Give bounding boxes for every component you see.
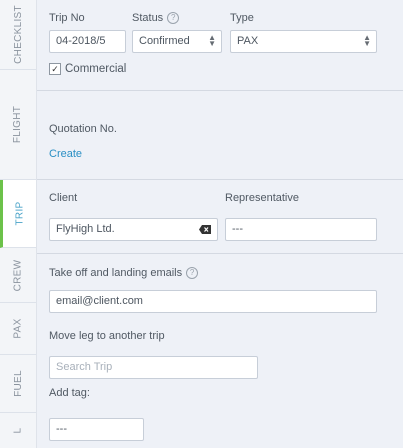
type-select[interactable]: PAX ▲ ▼ bbox=[230, 30, 377, 53]
commercial-checkbox[interactable]: ✓ bbox=[49, 63, 61, 75]
client-field-value: FlyHigh Ltd. bbox=[56, 223, 115, 235]
emails-info-icon[interactable]: ? bbox=[186, 267, 199, 280]
quotation-label: Quotation No. bbox=[49, 123, 117, 135]
tab-trip-label: TRIP bbox=[13, 201, 25, 226]
tab-pax[interactable]: PAX bbox=[0, 303, 36, 355]
status-label: Status bbox=[132, 12, 164, 24]
vertical-tab-rail: CHECKLIST FLIGHT TRIP CREW PAX FUEL L bbox=[0, 0, 37, 448]
representative-field[interactable]: --- bbox=[225, 218, 377, 241]
type-select-arrows-icon: ▲ ▼ bbox=[363, 33, 371, 48]
emails-field[interactable]: email@client.com bbox=[49, 290, 377, 313]
emails-label: Take off and landing emails bbox=[49, 267, 183, 279]
tab-partial-label: L bbox=[12, 427, 24, 434]
tag-field[interactable]: --- bbox=[49, 418, 144, 441]
tab-trip[interactable]: TRIP bbox=[0, 180, 36, 248]
tab-fuel-label: FUEL bbox=[12, 370, 24, 397]
client-label: Client bbox=[49, 192, 78, 204]
commercial-label: Commercial bbox=[65, 63, 127, 75]
search-trip-input[interactable]: Search Trip bbox=[49, 356, 258, 379]
trip-panel: Trip No Status? Type 04-2018/5 Confirmed… bbox=[37, 0, 403, 448]
client-field[interactable]: FlyHigh Ltd. bbox=[49, 218, 218, 241]
tab-crew-label: CREW bbox=[12, 259, 24, 291]
tab-flight[interactable]: FLIGHT bbox=[0, 70, 36, 180]
tab-flight-label: FLIGHT bbox=[12, 105, 24, 144]
move-leg-label: Move leg to another trip bbox=[49, 330, 165, 342]
type-select-value: PAX bbox=[237, 35, 259, 47]
status-select-value: Confirmed bbox=[139, 35, 190, 47]
divider bbox=[37, 179, 403, 180]
status-label-group: Status? bbox=[132, 12, 180, 25]
tab-checklist[interactable]: CHECKLIST bbox=[0, 0, 36, 70]
divider bbox=[37, 90, 403, 91]
create-quotation-link[interactable]: Create bbox=[49, 148, 82, 160]
tab-fuel[interactable]: FUEL bbox=[0, 355, 36, 413]
divider bbox=[37, 253, 403, 254]
emails-label-group: Take off and landing emails? bbox=[49, 267, 199, 280]
tab-partial[interactable]: L bbox=[0, 413, 36, 448]
status-select-arrows-icon: ▲ ▼ bbox=[208, 33, 216, 48]
add-tag-label: Add tag: bbox=[49, 387, 90, 399]
tab-crew[interactable]: CREW bbox=[0, 248, 36, 303]
trip-no-label: Trip No bbox=[49, 12, 85, 24]
tab-checklist-label: CHECKLIST bbox=[12, 5, 24, 64]
trip-no-field[interactable]: 04-2018/5 bbox=[49, 30, 126, 53]
type-label: Type bbox=[230, 12, 254, 24]
representative-label: Representative bbox=[225, 192, 299, 204]
clear-client-icon[interactable] bbox=[199, 225, 211, 234]
status-info-icon[interactable]: ? bbox=[167, 12, 180, 25]
status-select[interactable]: Confirmed ▲ ▼ bbox=[132, 30, 222, 53]
tab-pax-label: PAX bbox=[12, 318, 24, 339]
